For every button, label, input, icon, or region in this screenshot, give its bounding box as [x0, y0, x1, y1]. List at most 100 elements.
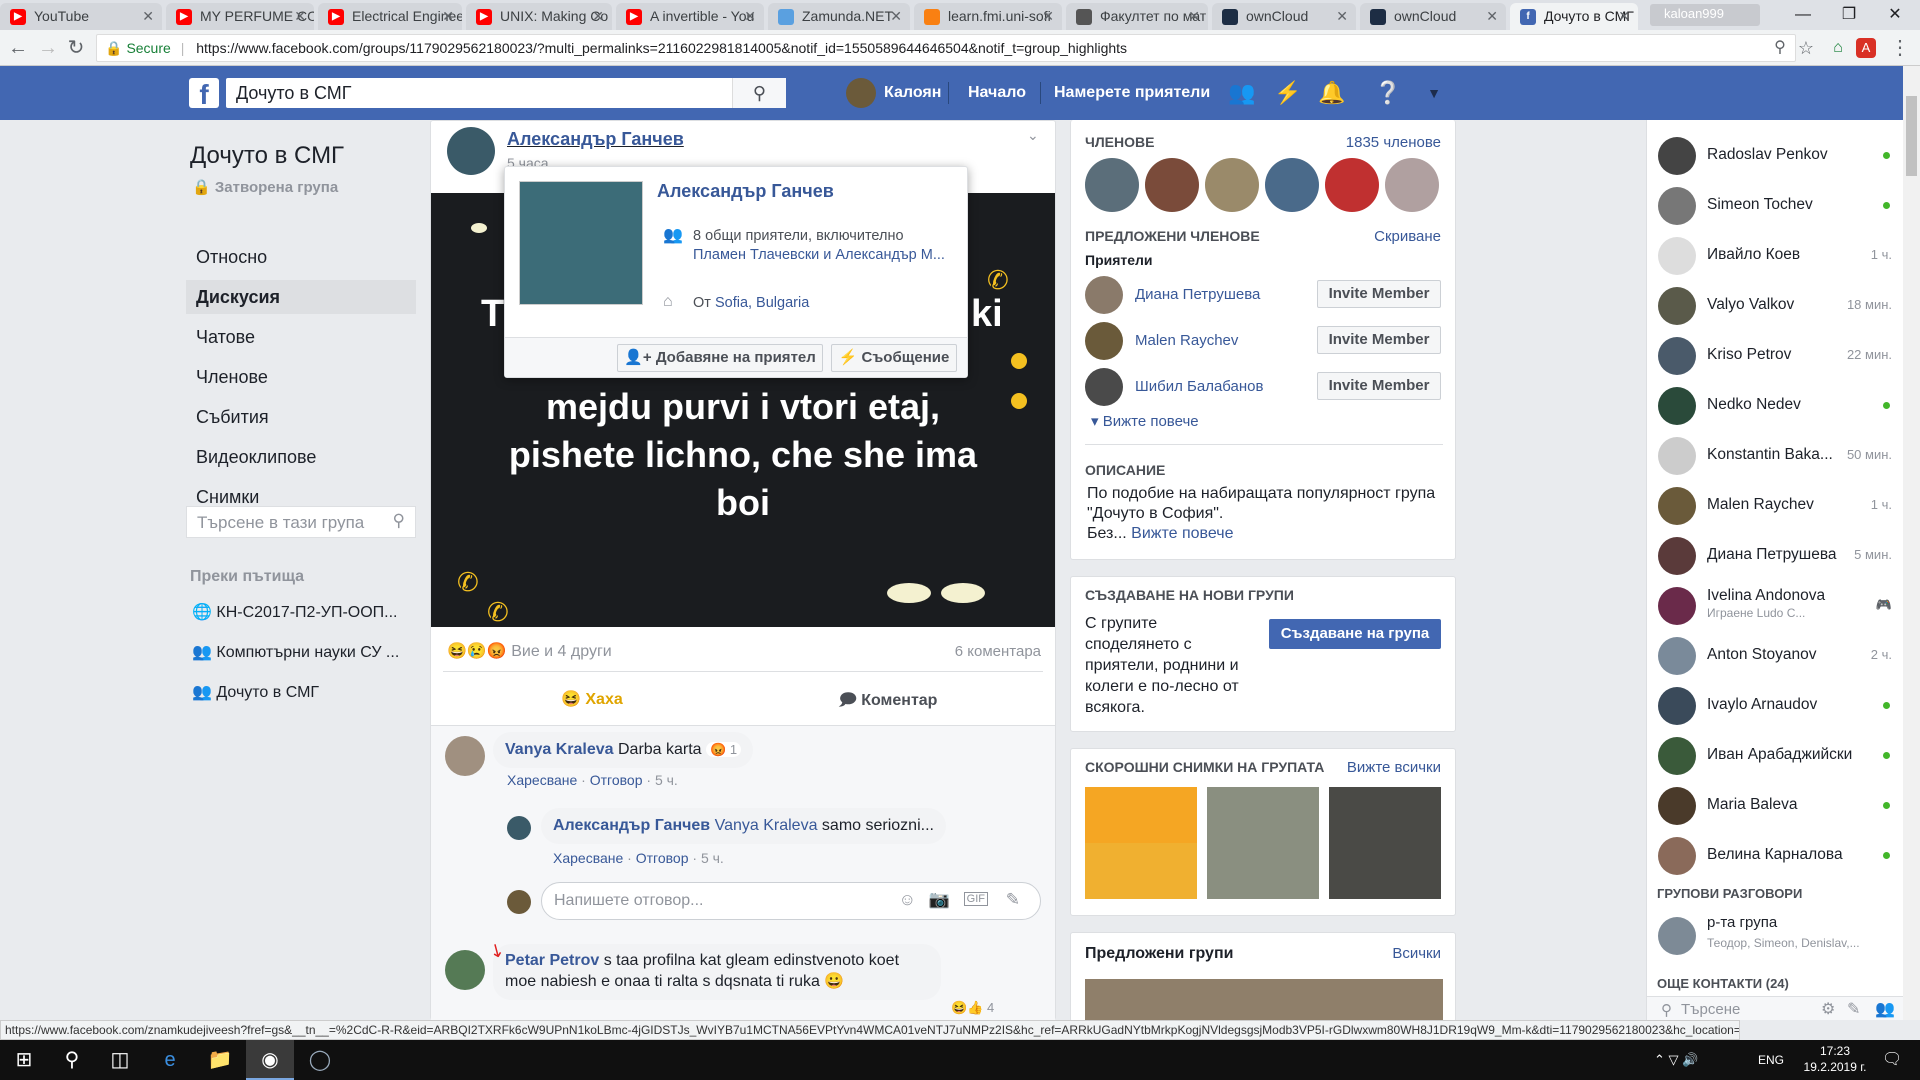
chat-contact[interactable]: Nedko Nedev — [1647, 380, 1904, 430]
sticker-icon[interactable]: ✎ — [1006, 890, 1020, 910]
tray-icons[interactable]: ⌃ ▽ 🔊 — [1654, 1040, 1698, 1080]
user-name-link[interactable]: Калоян — [884, 66, 941, 120]
group-photo-thumbnail[interactable] — [1329, 787, 1441, 899]
extension-icon[interactable]: ⌂ — [1824, 34, 1852, 62]
chat-contact[interactable]: Maria Baleva — [1647, 780, 1904, 830]
suggested-member-avatar[interactable] — [1085, 368, 1123, 406]
emoji-icon[interactable]: ☺ — [899, 890, 916, 910]
group-nav-item[interactable]: Дискусия — [186, 280, 416, 314]
like-link[interactable]: Харесване — [553, 850, 623, 866]
comment-reactions[interactable]: 😡 1 — [706, 742, 742, 757]
group-conversation-item[interactable]: р-та група Теодор, Simeon, Denislav,... — [1647, 910, 1904, 960]
facebook-logo-icon[interactable]: f — [189, 78, 219, 110]
chat-contact[interactable]: Диана Петрушева 5 мин. — [1647, 530, 1904, 580]
close-window-icon[interactable]: ✕ — [1872, 0, 1918, 30]
help-icon[interactable]: ❔ — [1374, 80, 1402, 106]
chat-contact[interactable]: Anton Stoyanov 2 ч. — [1647, 630, 1904, 680]
reply-author-avatar[interactable] — [507, 816, 531, 840]
suggested-group-cover[interactable] — [1085, 979, 1443, 1023]
url-input[interactable]: 🔒 Secure | https://www.facebook.com/group… — [96, 34, 1796, 62]
task-view-icon[interactable]: ◫ — [96, 1040, 144, 1080]
adblock-icon[interactable]: A — [1856, 38, 1876, 58]
chat-search-input[interactable]: ⚲ Търсене ⚙ ✎ 👥 — [1647, 996, 1904, 1020]
suggested-member-avatar[interactable] — [1085, 276, 1123, 314]
group-nav-item[interactable]: Видеоклипове — [186, 440, 416, 474]
browser-tab[interactable]: f Дочуто в СМГ ✕ — [1510, 3, 1638, 30]
search-icon[interactable]: ⚲ — [48, 1040, 96, 1080]
camera-icon[interactable]: 📷 — [929, 890, 950, 910]
chrome-icon[interactable]: ◉ — [246, 1040, 294, 1080]
bookmark-star-icon[interactable]: ☆ — [1792, 34, 1820, 62]
create-group-button[interactable]: Създаване на група — [1269, 619, 1441, 649]
member-avatar[interactable] — [1265, 158, 1319, 212]
suggested-member-name[interactable]: Malen Raychev — [1135, 332, 1238, 349]
chat-contact[interactable]: Велина Карналова — [1647, 830, 1904, 880]
close-tab-icon[interactable]: ✕ — [592, 3, 604, 30]
group-nav-item[interactable]: Чатове — [186, 320, 416, 354]
hovercard-name[interactable]: Александър Ганчев — [657, 181, 834, 202]
add-friend-button[interactable]: 👤+ Добавяне на приятел — [617, 344, 823, 372]
close-tab-icon[interactable]: ✕ — [1486, 3, 1498, 30]
group-photo-thumbnail[interactable] — [1085, 787, 1197, 899]
comment-reactions[interactable]: 😆👍 4 — [951, 1000, 994, 1016]
chat-contact[interactable]: Иван Арабаджийски — [1647, 730, 1904, 780]
messenger-icon[interactable]: ⚡ — [1274, 80, 1302, 106]
back-arrow-icon[interactable]: ← — [4, 34, 32, 62]
hide-link[interactable]: Скриване — [1374, 228, 1441, 245]
comments-count[interactable]: 6 коментара — [955, 643, 1041, 660]
browser-tab[interactable]: ▶ MY PERFUME CO ✕ — [166, 3, 314, 30]
profile-chip[interactable]: kaloan999 — [1650, 4, 1760, 26]
windows-start-icon[interactable]: ⊞ — [0, 1040, 48, 1080]
browser-tab[interactable]: Zamunda.NET ✕ — [768, 3, 910, 30]
member-avatar[interactable] — [1385, 158, 1439, 212]
browser-tab[interactable]: ownCloud ✕ — [1212, 3, 1356, 30]
browser-tab[interactable]: ▶ A invertible - You ✕ — [616, 3, 764, 30]
search-icon[interactable]: ⚲ — [732, 78, 786, 108]
notifications-bell-icon[interactable]: 🔔 — [1318, 80, 1346, 106]
commenter-avatar[interactable] — [445, 950, 485, 990]
close-tab-icon[interactable]: ✕ — [142, 3, 154, 30]
comment-button[interactable]: 🗩 Коментар — [839, 689, 937, 716]
new-group-icon[interactable]: 👥 — [1875, 999, 1895, 1019]
group-nav-item[interactable]: Относно — [186, 240, 416, 274]
chat-contact[interactable]: Kriso Petrov 22 мин. — [1647, 330, 1904, 380]
notifications-icon[interactable]: 🗨 — [1882, 1040, 1902, 1080]
invite-member-button[interactable]: Invite Member — [1317, 326, 1441, 354]
shortcut-item[interactable]: 🌐 КН-С2017-П2-УП-ООП... — [192, 602, 398, 622]
find-friends-link[interactable]: Намерете приятели — [1054, 66, 1210, 120]
shortcut-item[interactable]: 👥 Компютърни науки СУ ... — [192, 642, 399, 662]
members-count-link[interactable]: 1835 членове — [1346, 134, 1441, 151]
browser-tab[interactable]: Факултет по мат ✕ — [1066, 3, 1208, 30]
reply-link[interactable]: Отговор — [590, 772, 643, 788]
invite-member-button[interactable]: Invite Member — [1317, 372, 1441, 400]
group-nav-item[interactable]: Членове — [186, 360, 416, 394]
reply-link[interactable]: Отговор — [636, 850, 689, 866]
edge-icon[interactable]: e — [146, 1040, 194, 1080]
member-avatar[interactable] — [1325, 158, 1379, 212]
reply-input[interactable]: Напишете отговор... ☺ 📷 GIF ✎ — [541, 882, 1041, 920]
browser-tab[interactable]: ownCloud ✕ — [1360, 3, 1506, 30]
reload-icon[interactable]: ↻ — [62, 34, 90, 62]
suggested-member-name[interactable]: Шибил Балабанов — [1135, 378, 1263, 395]
invite-member-button[interactable]: Invite Member — [1317, 280, 1441, 308]
steam-icon[interactable]: ◯ — [296, 1040, 344, 1080]
chat-contact[interactable]: Radoslav Penkov — [1647, 130, 1904, 180]
group-nav-item[interactable]: Събития — [186, 400, 416, 434]
member-avatar[interactable] — [1205, 158, 1259, 212]
close-tab-icon[interactable]: ✕ — [744, 3, 756, 30]
zoom-icon[interactable]: ⚲ — [1766, 34, 1794, 62]
browser-tab[interactable]: ▶ Electrical Engineer ✕ — [318, 3, 462, 30]
see-all-photos-link[interactable]: Вижте всички — [1347, 759, 1441, 776]
clock[interactable]: 17:23 19.2.2019 г. — [1790, 1043, 1880, 1075]
browser-tab[interactable]: ▶ YouTube ✕ — [0, 3, 162, 30]
close-tab-icon[interactable]: ✕ — [890, 3, 902, 30]
forward-arrow-icon[interactable]: → — [34, 34, 62, 62]
chat-contact[interactable]: Ивайло Коев 1 ч. — [1647, 230, 1904, 280]
gear-icon[interactable]: ⚙ — [1821, 999, 1835, 1019]
group-title[interactable]: Дочуто в СМГ — [190, 142, 344, 170]
chat-contact[interactable]: Konstantin Baka... 50 мин. — [1647, 430, 1904, 480]
close-tab-icon[interactable]: ✕ — [1188, 3, 1200, 30]
group-search-input[interactable]: Търсене в тази група ⚲ — [186, 506, 416, 538]
close-tab-icon[interactable]: ✕ — [1336, 3, 1348, 30]
search-icon[interactable]: ⚲ — [393, 511, 405, 531]
